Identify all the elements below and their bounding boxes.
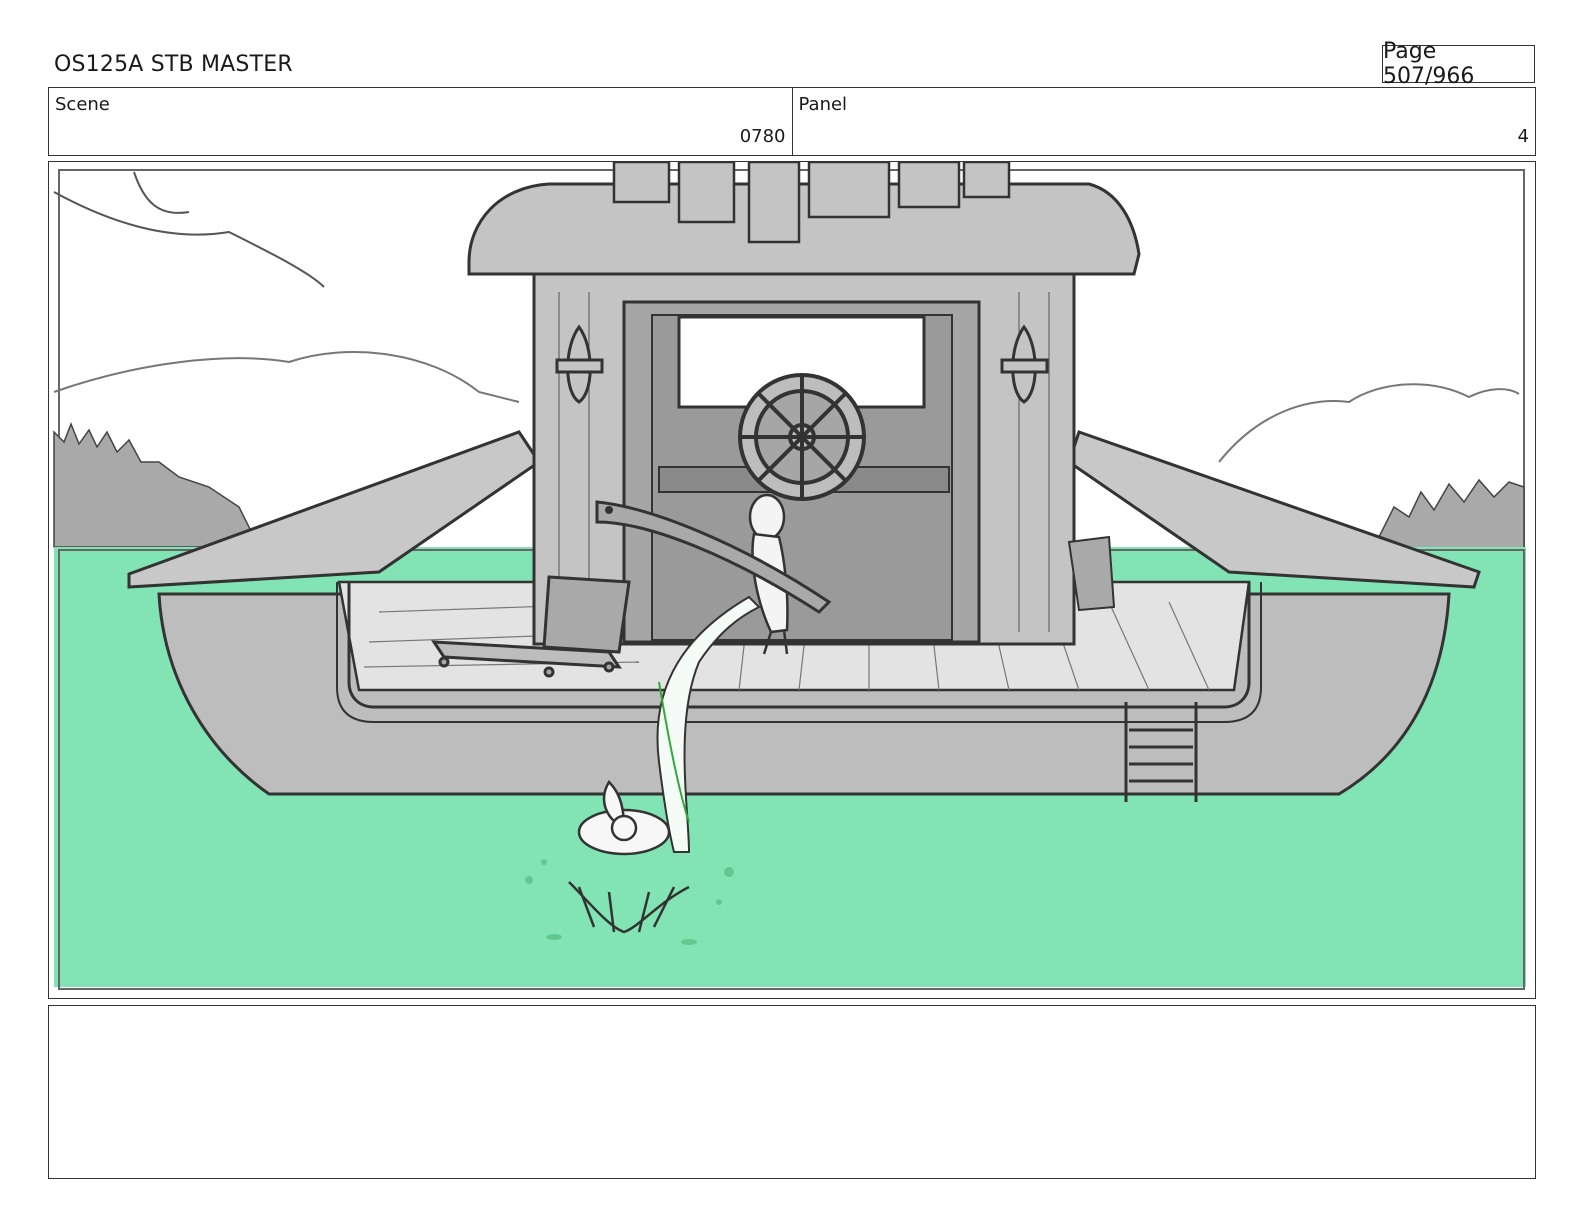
scene-value: 0780	[739, 126, 786, 147]
panel-cell: Panel 4	[791, 88, 1536, 155]
wheelhouse-roof	[467, 182, 1141, 276]
page-number-box: Page 507/966	[1382, 39, 1535, 89]
panel-notes-box	[48, 1005, 1536, 1179]
scene-panel-info-row: Scene 0780 Panel 4	[48, 87, 1536, 156]
scene-label: Scene	[55, 94, 110, 115]
storyboard-panel	[48, 161, 1536, 999]
scene-cell: Scene 0780	[49, 88, 792, 155]
storyboard-artwork	[53, 162, 1526, 990]
document-title: OS125A STB MASTER	[54, 52, 293, 77]
panel-value: 4	[1517, 126, 1529, 147]
steering-wheel	[738, 373, 866, 501]
panel-label: Panel	[798, 94, 848, 115]
